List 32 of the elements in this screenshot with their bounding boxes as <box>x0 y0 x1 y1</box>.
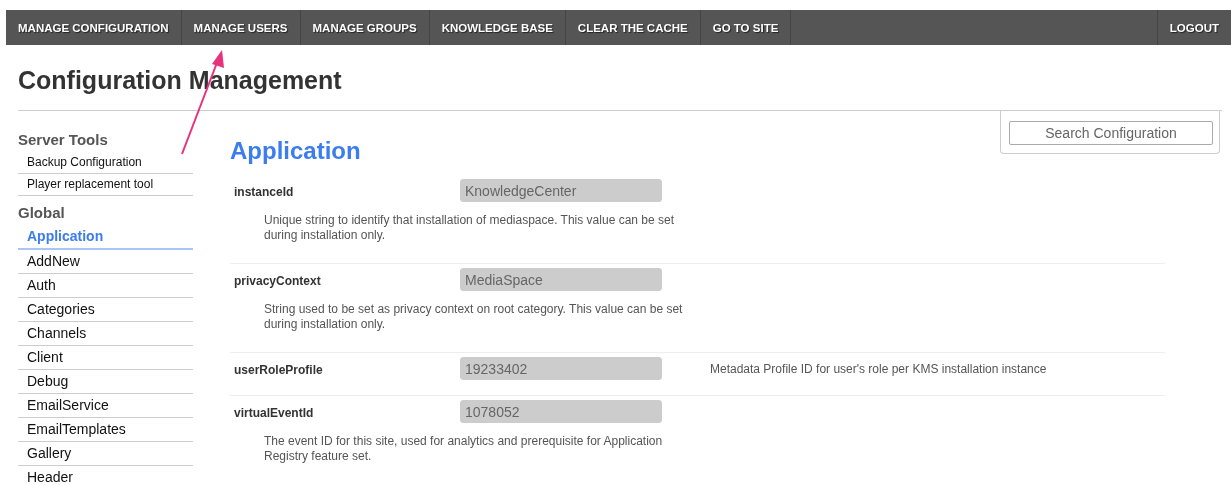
setting-description: String used to be set as privacy context on root category. This value can be set during installation only. <box>264 302 684 332</box>
logout-link[interactable]: LOGOUT <box>1156 10 1231 45</box>
setting-name: instanceId <box>233 184 295 199</box>
sidebar-item[interactable]: Gallery <box>18 442 193 466</box>
setting-description: Metadata Profile ID for user's role per KMS installation instance <box>710 362 1047 377</box>
setting-name: privacyContext <box>233 273 322 288</box>
sidebar-section-title: Global <box>18 204 66 223</box>
section-heading: Application <box>230 137 362 165</box>
nav-link[interactable]: CLEAR THE CACHE <box>565 10 701 45</box>
nav-link[interactable]: KNOWLEDGE BASE <box>429 10 566 45</box>
sidebar-item[interactable]: Channels <box>18 322 193 346</box>
sidebar-item[interactable]: AddNew <box>18 250 193 274</box>
sidebar-item[interactable]: Backup Configuration <box>18 152 193 174</box>
setting-description: The event ID for this site, used for analytics and prerequisite for Application Registry feature set. <box>264 434 664 464</box>
sidebar-section-title: Server Tools <box>18 131 109 150</box>
sidebar-item[interactable]: EmailTemplates <box>18 418 193 442</box>
search-field[interactable]: Search Configuration <box>1009 121 1213 145</box>
nav-link[interactable]: MANAGE CONFIGURATION <box>6 10 182 45</box>
sidebar-item[interactable]: Categories <box>18 298 193 322</box>
sidebar-item[interactable]: Auth <box>18 274 193 298</box>
nav-link[interactable]: MANAGE USERS <box>181 10 301 45</box>
sidebar-item[interactable]: Player replacement tool <box>18 174 193 196</box>
sidebar-item[interactable]: Header <box>18 466 193 485</box>
sidebar-item[interactable]: Client <box>18 346 193 370</box>
setting-description: Unique string to identify that installation of mediaspace. This value can be set during installation only. <box>264 213 675 243</box>
sidebar-item[interactable]: Application <box>18 225 193 250</box>
sidebar-item[interactable]: EmailService <box>18 394 193 418</box>
nav-link[interactable]: MANAGE GROUPS <box>300 10 430 45</box>
setting-name: userRoleProfile <box>233 362 324 377</box>
setting-name: virtualEventId <box>233 405 315 420</box>
nav-link[interactable]: GO TO SITE <box>700 10 792 45</box>
sidebar-item[interactable]: Debug <box>18 370 193 394</box>
